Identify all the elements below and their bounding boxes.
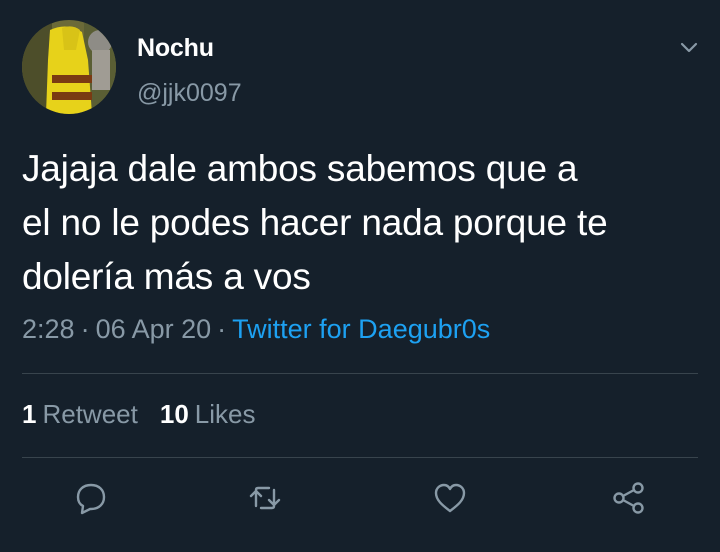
heart-icon[interactable] (432, 480, 468, 516)
retweets-count: 1 (22, 399, 37, 429)
tweet-metadata: 2:28 · 06 Apr 20 · Twitter for Daegubr0s (22, 314, 490, 345)
retweet-icon[interactable] (247, 480, 283, 516)
meta-separator: · (217, 314, 227, 344)
chevron-down-icon[interactable] (678, 36, 700, 58)
meta-separator: · (80, 314, 90, 344)
reply-icon[interactable] (73, 480, 109, 516)
likes-stat[interactable]: 10 Likes (160, 399, 256, 429)
avatar-image (22, 20, 116, 114)
tweet-text: Jajaja dale ambos sabemos que a el no le… (22, 148, 608, 297)
tweet-time: 2:28 (22, 314, 75, 344)
tweet-date: 06 Apr 20 (95, 314, 212, 344)
divider (22, 457, 698, 458)
author-handle[interactable]: @jjk0097 (137, 79, 242, 108)
divider (22, 373, 698, 374)
author-name[interactable]: Nochu (137, 34, 214, 63)
retweets-label: Retweet (42, 399, 138, 429)
likes-label: Likes (194, 399, 256, 429)
tweet-source-link[interactable]: Twitter for Daegubr0s (232, 314, 490, 344)
avatar[interactable] (22, 20, 116, 114)
retweets-stat[interactable]: 1 Retweet (22, 399, 138, 429)
share-icon[interactable] (611, 480, 647, 516)
tweet-stats: 1 Retweet 10 Likes (22, 399, 255, 430)
likes-count: 10 (159, 399, 189, 429)
tweet-detail: Nochu @jjk0097 Jajaja dale ambos sabemos… (0, 0, 720, 552)
